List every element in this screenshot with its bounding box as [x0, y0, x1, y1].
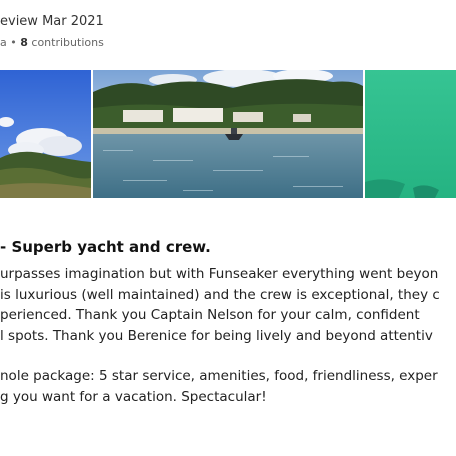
meta-separator: • — [10, 36, 17, 49]
review-body: urpasses imagination but with Funseaker … — [0, 264, 456, 407]
review-card: eview Mar 2021 a • 8 contributions - Sup… — [0, 0, 456, 456]
review-photo-2[interactable] — [93, 70, 363, 198]
reviewer-meta: a • 8 contributions — [0, 36, 104, 49]
review-photo-3[interactable] — [365, 70, 456, 198]
review-date: eview Mar 2021 — [0, 14, 104, 29]
review-body-line: nole package: 5 star service, amenities,… — [0, 368, 438, 384]
review-body-line: is luxurious (well maintained) and the c… — [0, 286, 440, 303]
review-body-line: perienced. Thank you Captain Nelson for … — [0, 307, 420, 323]
review-photo-strip — [0, 70, 456, 198]
review-body-line: g you want for a vacation. Spectacular! — [0, 388, 267, 405]
bay-with-resort-and-boat-photo — [93, 70, 363, 198]
contributions-label: contributions — [31, 36, 104, 49]
review-body-line: l spots. Thank you Berenice for being li… — [0, 327, 433, 344]
turquoise-water-photo — [365, 70, 456, 198]
hillside-sky-photo — [0, 70, 91, 198]
review-title: - Superb yacht and crew. — [0, 238, 211, 256]
contributions-count: 8 — [20, 36, 28, 49]
review-body-line: urpasses imagination but with Funseaker … — [0, 266, 439, 282]
review-photo-1[interactable] — [0, 70, 91, 198]
reviewer-location: a — [0, 36, 7, 49]
